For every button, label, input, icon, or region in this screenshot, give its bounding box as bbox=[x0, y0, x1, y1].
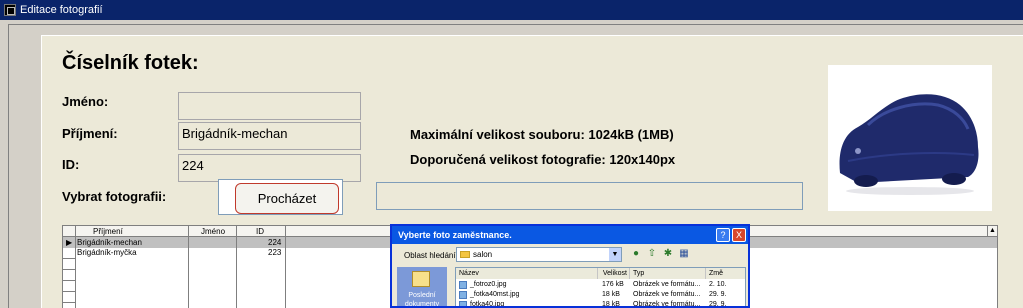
choose-photo-label: Vybrat fotografii: bbox=[62, 189, 167, 204]
dialog-title: Vyberte foto zaměstnance. bbox=[392, 226, 748, 244]
file-column-name[interactable]: Název bbox=[456, 268, 598, 279]
file-1-modified: 2. 10. bbox=[709, 281, 727, 288]
dialog-help-button[interactable]: ? bbox=[716, 228, 730, 242]
window-title: Editace fotografií bbox=[20, 4, 103, 16]
current-row-indicator: ▶ bbox=[66, 238, 73, 247]
last-name-label: Příjmení: bbox=[62, 126, 118, 141]
photo-preview bbox=[828, 65, 992, 211]
row-divider bbox=[63, 302, 76, 303]
look-in-dropdown[interactable]: salon ▼ bbox=[456, 247, 622, 262]
row-divider bbox=[63, 258, 76, 259]
row-divider bbox=[63, 269, 76, 270]
dialog-close-button[interactable]: X bbox=[732, 228, 746, 242]
file-column-size[interactable]: Velikost bbox=[598, 268, 630, 279]
browse-button[interactable]: Procházet bbox=[235, 183, 339, 214]
file-3-modified: 29. 9. bbox=[709, 301, 727, 308]
max-size-text: Maximální velikost souboru: 1024kB (1MB) bbox=[410, 127, 674, 142]
window-titlebar: Editace fotografií bbox=[0, 0, 1023, 20]
file-open-dialog[interactable]: Vyberte foto zaměstnance. ? X Oblast hle… bbox=[390, 224, 750, 308]
new-folder-icon[interactable]: ✱ bbox=[662, 248, 674, 260]
recent-documents-icon[interactable] bbox=[412, 271, 430, 287]
look-in-value: salon bbox=[473, 250, 493, 259]
file-path-field[interactable] bbox=[376, 182, 803, 210]
browse-button-frame: Procházet bbox=[218, 179, 343, 215]
first-name-field[interactable] bbox=[178, 92, 361, 120]
first-name-label: Jméno: bbox=[62, 94, 109, 109]
column-first-name bbox=[189, 226, 237, 308]
scroll-up-arrow[interactable]: ▲ bbox=[987, 226, 997, 236]
file-column-modified[interactable]: Změ bbox=[706, 268, 745, 279]
back-icon[interactable]: ● bbox=[630, 248, 642, 260]
page-title: Číselník fotek: bbox=[62, 52, 199, 74]
file-3-name[interactable]: fotka40.jpg bbox=[470, 300, 504, 306]
app-icon bbox=[4, 4, 16, 16]
look-in-label: Oblast hledání: bbox=[404, 251, 458, 260]
file-2-size: 18 kB bbox=[602, 291, 620, 298]
id-field[interactable]: 224 bbox=[178, 154, 361, 182]
header-first-name[interactable]: Jméno bbox=[201, 226, 225, 237]
file-2-type: Obrázek ve formátu... bbox=[633, 291, 701, 298]
file-3-type: Obrázek ve formátu... bbox=[633, 301, 701, 308]
header-id[interactable]: ID bbox=[256, 226, 264, 237]
row-divider bbox=[63, 280, 76, 281]
image-file-icon bbox=[459, 281, 467, 289]
car-cover-image bbox=[839, 94, 979, 195]
file-3-size: 18 kB bbox=[602, 301, 620, 308]
folder-icon bbox=[460, 251, 470, 258]
file-1-name[interactable]: _fotroz0.jpg bbox=[470, 280, 507, 290]
file-1-type: Obrázek ve formátu... bbox=[633, 281, 701, 288]
row-2-last-name[interactable]: Brigádník-myčka bbox=[77, 247, 137, 258]
file-1-size: 176 kB bbox=[602, 281, 624, 288]
file-list[interactable]: Název Velikost Typ Změ _fotroz0.jpg 176 … bbox=[455, 267, 746, 308]
place-recent-documents[interactable]: Poslední dokumenty bbox=[397, 291, 447, 306]
row-divider bbox=[63, 291, 76, 292]
row-2-id[interactable]: 223 bbox=[268, 247, 281, 258]
image-file-icon bbox=[459, 291, 467, 299]
up-folder-icon[interactable]: ⇧ bbox=[646, 248, 658, 260]
places-bar: Poslední dokumenty bbox=[397, 267, 447, 306]
file-2-name[interactable]: _fotka40mst.jpg bbox=[470, 290, 519, 300]
id-label: ID: bbox=[62, 157, 80, 172]
chevron-down-icon[interactable]: ▼ bbox=[609, 248, 621, 261]
view-menu-icon[interactable]: ▦ bbox=[678, 248, 690, 260]
file-2-modified: 29. 9. bbox=[709, 291, 727, 298]
image-file-icon bbox=[459, 301, 467, 306]
recommended-size-text: Doporučená velikost fotografie: 120x140p… bbox=[410, 152, 676, 167]
last-name-field[interactable]: Brigádník-mechan bbox=[178, 122, 361, 150]
header-last-name[interactable]: Příjmení bbox=[93, 226, 123, 237]
file-column-type[interactable]: Typ bbox=[630, 268, 706, 279]
